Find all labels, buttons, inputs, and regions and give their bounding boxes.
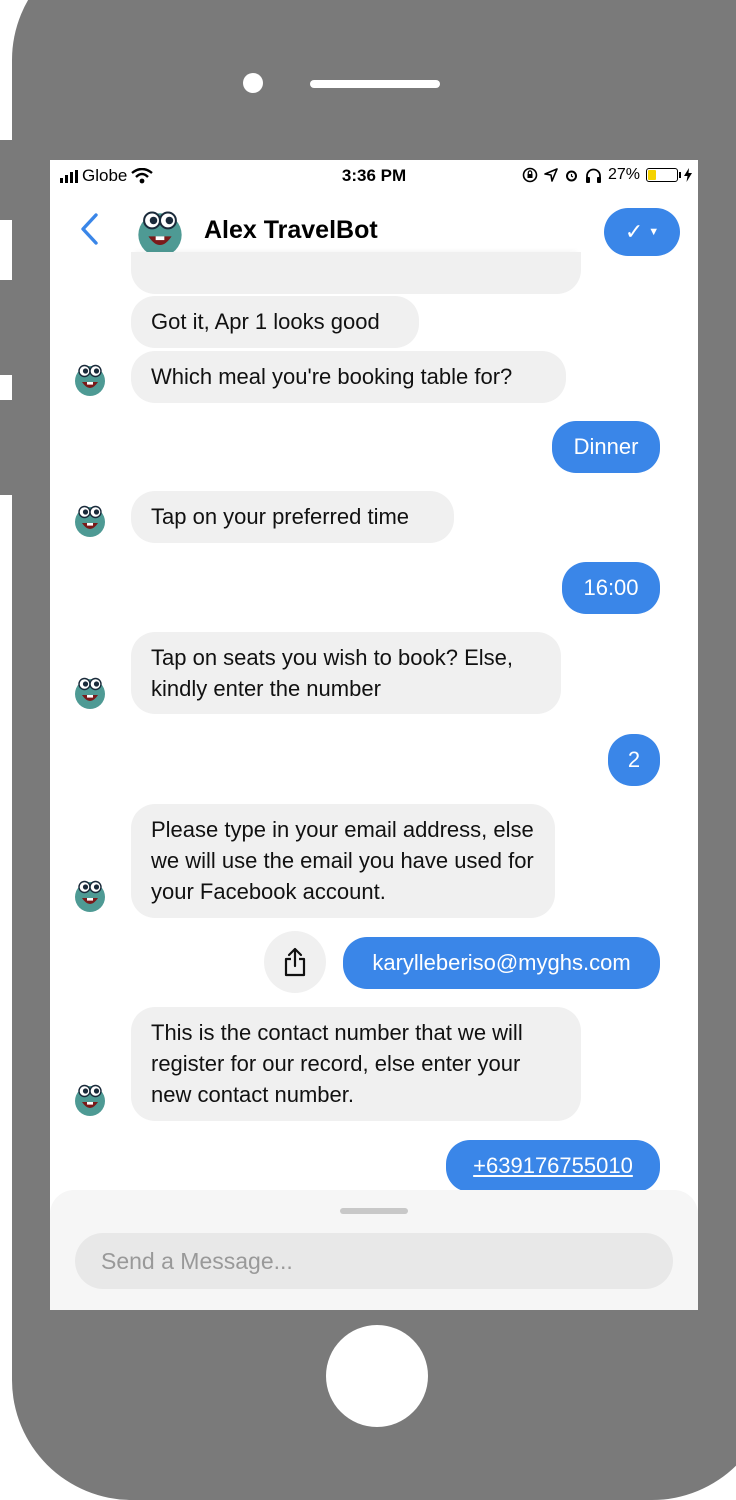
home-button[interactable] xyxy=(326,1325,428,1427)
drag-handle[interactable] xyxy=(340,1208,408,1214)
message-text: Dinner xyxy=(573,434,639,459)
earpiece-speaker xyxy=(310,80,440,88)
bot-avatar-icon xyxy=(75,364,105,396)
caret-down-icon: ▼ xyxy=(648,226,660,238)
composer xyxy=(50,1190,698,1310)
bot-avatar-icon xyxy=(75,505,105,537)
message-text: Tap on your preferred time xyxy=(151,504,410,529)
message-text: Which meal you're booking table for? xyxy=(151,364,513,389)
chat-title: Alex TravelBot xyxy=(204,216,378,244)
status-bar: Globe 3:36 PM 27% xyxy=(50,160,698,194)
battery-percent: 27% xyxy=(607,166,640,183)
user-message: karylleberiso@myghs.com xyxy=(343,937,660,989)
bot-message: This is the contact number that we will … xyxy=(131,1007,581,1121)
location-icon xyxy=(544,168,558,182)
front-camera xyxy=(243,73,263,93)
checkmark-icon: ✓ xyxy=(624,219,644,244)
user-message: Dinner xyxy=(552,421,660,473)
message-text: 2 xyxy=(627,747,641,772)
status-right: 27% xyxy=(522,166,692,184)
mute-switch xyxy=(0,140,12,220)
bot-message: Tap on seats you wish to book? Else, kin… xyxy=(131,632,561,714)
user-message[interactable]: +639176755010 xyxy=(446,1140,660,1192)
done-dropdown-button[interactable]: ✓ ▼ xyxy=(604,208,680,256)
charging-bolt-icon xyxy=(684,168,692,182)
message-text: Tap on seats you wish to book? Else, kin… xyxy=(151,645,513,701)
bot-message: Which meal you're booking table for? xyxy=(131,351,566,403)
phone-screen: Globe 3:36 PM 27% Alex TravelBot ✓ ▼ Got… xyxy=(50,160,698,1310)
orientation-lock-icon xyxy=(522,167,538,183)
headphones-icon xyxy=(585,168,601,183)
alarm-icon xyxy=(565,170,577,181)
back-chevron-icon[interactable] xyxy=(78,212,100,246)
bot-message: Got it, Apr 1 looks good xyxy=(131,296,419,348)
bot-message: Please type in your email address, else … xyxy=(131,804,555,918)
message-text: This is the contact number that we will … xyxy=(151,1020,523,1107)
bot-avatar-icon xyxy=(75,880,105,912)
message-text: karylleberiso@myghs.com xyxy=(372,950,631,975)
previous-message-partial xyxy=(131,252,581,294)
user-message: 16:00 xyxy=(562,562,660,614)
share-icon xyxy=(284,947,306,977)
phone-link[interactable]: +639176755010 xyxy=(473,1153,633,1178)
bot-avatar-icon xyxy=(75,1084,105,1116)
volume-up-button xyxy=(0,280,12,375)
share-button[interactable] xyxy=(264,931,326,993)
message-input[interactable] xyxy=(75,1233,673,1289)
bot-message: Tap on your preferred time xyxy=(131,491,454,543)
user-message: 2 xyxy=(608,734,660,786)
message-text: Got it, Apr 1 looks good xyxy=(151,309,380,334)
message-text: 16:00 xyxy=(583,575,639,600)
bot-avatar-icon[interactable] xyxy=(134,206,186,258)
battery-icon xyxy=(646,168,681,182)
volume-down-button xyxy=(0,400,12,495)
message-text: Please type in your email address, else … xyxy=(151,817,534,904)
bot-avatar-icon xyxy=(75,677,105,709)
